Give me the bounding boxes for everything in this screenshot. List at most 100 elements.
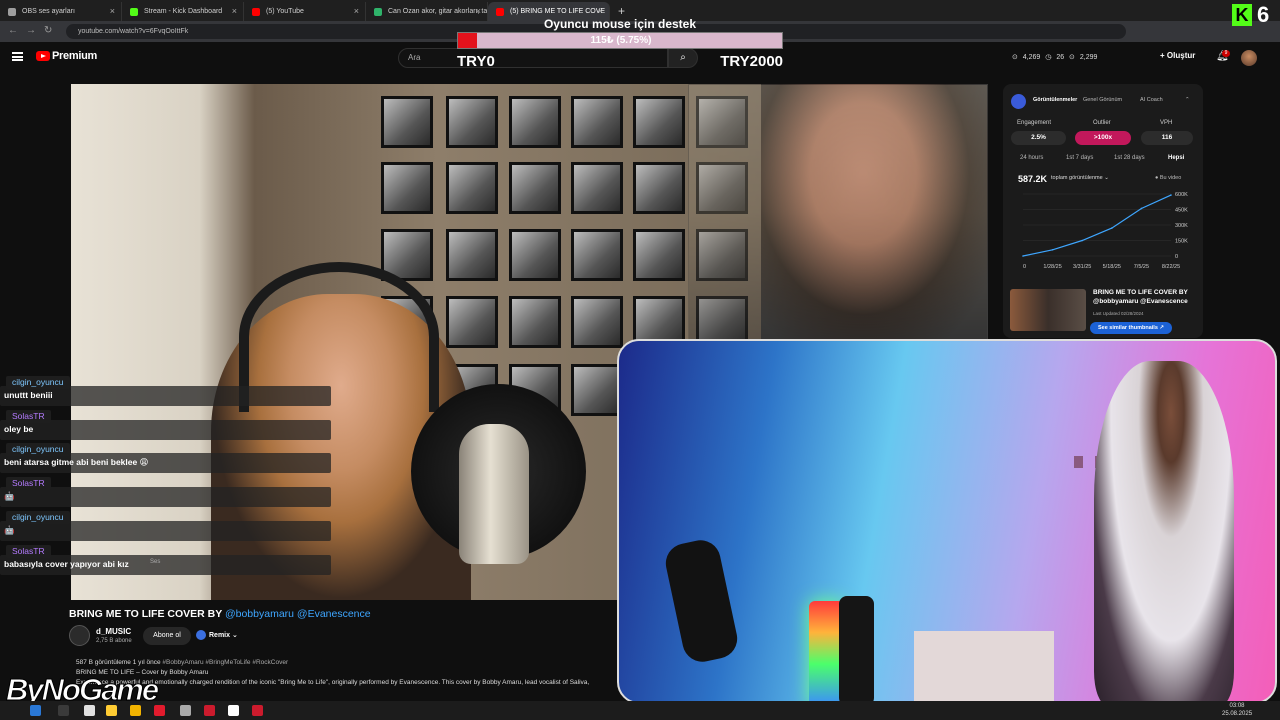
chat-username: cilgin_oyuncu — [6, 443, 70, 457]
taskbar-app-icon[interactable] — [30, 705, 41, 716]
views-label[interactable]: toplam görüntülenme ⌄ — [1051, 175, 1109, 181]
video-hashtags[interactable]: #BobbyAmaru #BringMeToLife #RockCover — [162, 659, 288, 666]
chat-username: SolasTR — [6, 477, 51, 491]
video-title-tags[interactable]: @bobbyamaru @Evanescence — [225, 608, 371, 620]
chat-message: 🤖 — [4, 491, 15, 502]
tab-favicon-icon — [374, 8, 382, 16]
chart-y-tick: 450K — [1175, 208, 1188, 214]
video-man-inset — [688, 84, 988, 340]
close-icon[interactable]: × — [232, 2, 237, 21]
wall-photo — [446, 229, 498, 281]
tab-label: OBS ses ayarları — [22, 8, 75, 15]
wall-photo — [633, 96, 685, 148]
hamburger-menu-icon[interactable] — [12, 52, 23, 61]
taskbar-app-icon[interactable] — [154, 705, 165, 716]
forward-icon[interactable]: → — [26, 25, 36, 36]
chart-x-tick: 7/5/25 — [1134, 264, 1149, 270]
chart-x-tick: 5/18/25 — [1103, 264, 1121, 270]
range-all[interactable]: Hepsi — [1168, 155, 1184, 161]
wall-photo — [509, 296, 561, 348]
browser-tab[interactable]: (5) YouTube × — [244, 2, 366, 21]
chart-y-tick: 150K — [1175, 239, 1188, 245]
clock-date: 25.08.2025 — [1222, 711, 1253, 717]
analytics-logo-icon — [1011, 94, 1026, 109]
tab-label: (5) BRING ME TO LIFE COVE — [510, 8, 606, 15]
back-icon[interactable]: ← — [8, 25, 18, 36]
similar-thumbnails-button[interactable]: See similar thumbnails ↗ — [1090, 322, 1172, 334]
chat-username: cilgin_oyuncu — [6, 510, 70, 524]
chart-point — [1111, 227, 1113, 229]
wall-photo — [381, 96, 433, 148]
tab-views[interactable]: Görüntülenmeler — [1033, 97, 1077, 103]
create-button[interactable]: + Oluştur — [1160, 51, 1195, 60]
views-chart: 600K 450K 300K 150K 0 0 1/28/25 3/31/25 5/18/25 7… — [1022, 192, 1188, 270]
range-24h[interactable]: 24 hours — [1020, 155, 1043, 161]
channel-stats: ⊙ 4,269 ◷ 26 ⊙ 2,299 — [1012, 54, 1098, 61]
remix-label: Remix — [209, 632, 231, 639]
kick-viewer-count: 6 — [1257, 2, 1270, 27]
taskbar-app-icon[interactable] — [180, 705, 191, 716]
avatar[interactable] — [1241, 50, 1257, 66]
video-title: BRING ME TO LIFE COVER BY @bobbyamaru @E… — [69, 608, 371, 620]
taskbar-app-icon[interactable] — [84, 705, 95, 716]
chevron-down-icon: ⌄ — [231, 632, 238, 639]
wall-photo — [381, 162, 433, 214]
reload-icon[interactable]: ↻ — [44, 25, 52, 36]
range-28d[interactable]: 1st 28 days — [1114, 155, 1145, 161]
taskbar-app-icon[interactable] — [106, 705, 117, 716]
chart-y-tick: 600K — [1175, 192, 1188, 198]
browser-tab[interactable]: Stream - Kick Dashboard × — [122, 2, 244, 21]
taskbar-app-icon[interactable] — [58, 705, 69, 716]
taskbar-app-icon[interactable] — [228, 705, 239, 716]
chat-message-bar — [0, 520, 331, 541]
wall-photo — [633, 162, 685, 214]
tab-favicon-icon — [8, 8, 16, 16]
tab-label: (5) YouTube — [266, 8, 304, 15]
tab-favicon-icon — [252, 8, 260, 16]
video-views-date: 587 B görüntüleme 1 yıl önce — [76, 659, 161, 666]
youtube-brand[interactable]: Premium — [52, 50, 97, 62]
taskbar-app-icon[interactable] — [252, 705, 263, 716]
wall-photo — [633, 229, 685, 281]
channel-avatar[interactable] — [69, 625, 90, 646]
close-icon[interactable]: × — [354, 2, 359, 21]
close-icon[interactable]: × — [110, 2, 115, 21]
chevron-up-icon[interactable]: ⌃ — [1185, 97, 1190, 103]
vph-label: VPH — [1160, 120, 1173, 126]
range-7d[interactable]: 1st 7 days — [1066, 155, 1093, 161]
chart-point — [1051, 249, 1054, 251]
remix-button[interactable]: Remix ⌄ — [196, 627, 238, 645]
taskbar — [0, 701, 1280, 720]
tab-overview[interactable]: Genel Görünüm — [1083, 97, 1122, 103]
channel-name[interactable]: d_MUSIC — [96, 627, 131, 636]
youtube-logo-icon[interactable] — [36, 51, 50, 61]
chat-message: unuttt beniii — [4, 390, 53, 400]
wall-photo — [571, 229, 623, 281]
donation-max-label: TRY2000 — [720, 53, 783, 70]
wall-photo — [571, 364, 623, 416]
taskbar-app-icon[interactable] — [130, 705, 141, 716]
chat-source-label: Ses — [150, 559, 161, 565]
description-line-2: Experience a powerful and emotionally ch… — [76, 679, 590, 686]
tab-ai-coach[interactable]: AI Coach — [1140, 97, 1163, 103]
chart-x-tick: 0 — [1023, 264, 1026, 270]
webcam-box — [914, 631, 1054, 702]
chat-message: 🤖 — [4, 524, 15, 535]
wall-photo — [509, 96, 561, 148]
video-meta: 587 B görüntüleme 1 yıl önce #BobbyAmaru… — [76, 659, 288, 666]
donation-progress-bar: 115₺ (5.75%) — [457, 32, 783, 49]
chart-x-tick: 1/28/25 — [1043, 264, 1061, 270]
chat-username: cilgin_oyuncu — [6, 376, 70, 389]
subscribe-button[interactable]: Abone ol — [143, 627, 191, 645]
engagement-value: 2.5% — [1011, 131, 1066, 145]
taskbar-app-icon[interactable] — [204, 705, 215, 716]
views-total: 587.2K — [1018, 174, 1048, 184]
wall-photo — [446, 296, 498, 348]
thumbnail-card-updated: Last Updated 02/28/2024 — [1093, 311, 1144, 316]
browser-tab[interactable]: OBS ses ayarları × — [0, 2, 122, 21]
chat-message: beni atarsa gitme abi beni beklee 😩 — [4, 457, 149, 468]
create-label: Oluştur — [1166, 51, 1196, 60]
wall-photo — [446, 162, 498, 214]
video-thumbnail[interactable] — [1010, 289, 1086, 331]
chat-message: babasıyla cover yapıyor abi kız — [4, 558, 129, 569]
